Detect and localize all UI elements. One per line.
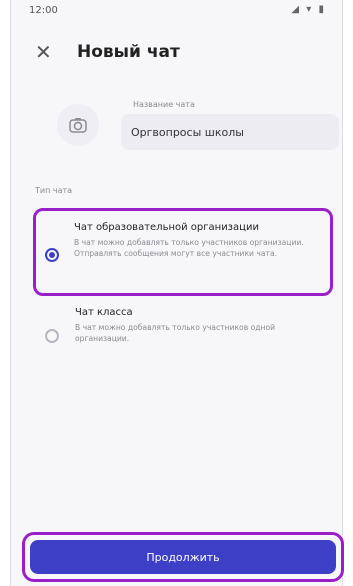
chat-name-label: Название чата bbox=[133, 100, 195, 109]
phone-screen: 12:00 ◢ ▾ ▮ ✕ Новый чат Название чата Ти… bbox=[10, 0, 343, 586]
option-class-chat[interactable]: Чат класса В чат можно добавлять только … bbox=[33, 305, 333, 365]
option-description: В чат можно добавлять только участников … bbox=[74, 238, 304, 258]
radio-unselected[interactable] bbox=[45, 329, 59, 343]
status-icons: ◢ ▾ ▮ bbox=[291, 4, 326, 15]
camera-icon[interactable] bbox=[57, 104, 99, 146]
close-icon[interactable]: ✕ bbox=[35, 42, 52, 62]
option-description: В чат можно добавлять только участников … bbox=[75, 323, 276, 343]
radio-selected[interactable] bbox=[45, 248, 59, 262]
option-title: Чат образовательной организации bbox=[74, 222, 259, 233]
option-organization-chat[interactable]: Чат образовательной организации В чат мо… bbox=[33, 208, 333, 296]
continue-highlight: Продолжить bbox=[22, 532, 344, 582]
page-title: Новый чат bbox=[77, 42, 180, 62]
chat-name-input[interactable] bbox=[121, 114, 339, 150]
chat-type-label: Тип чата bbox=[35, 186, 73, 195]
option-title: Чат класса bbox=[75, 307, 133, 318]
status-time: 12:00 bbox=[29, 5, 58, 16]
continue-button[interactable]: Продолжить bbox=[30, 540, 336, 574]
